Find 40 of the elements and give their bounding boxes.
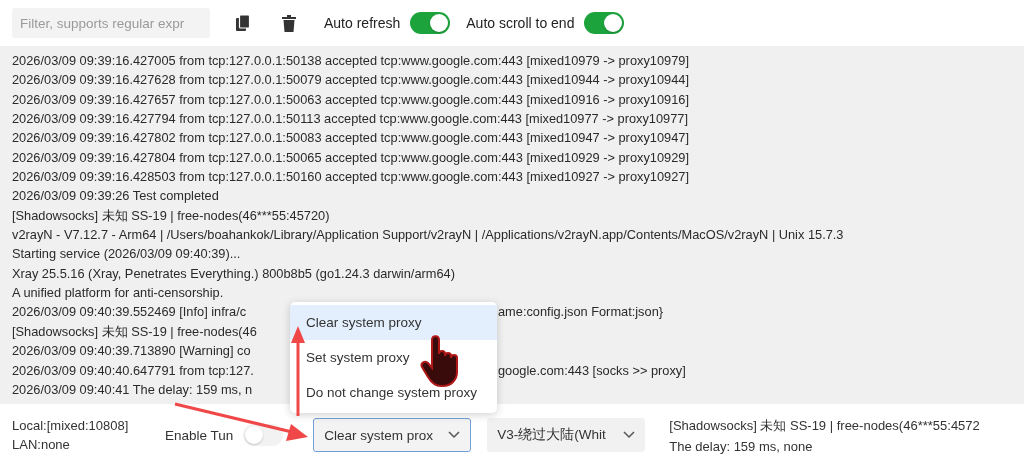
log-line: 2026/03/09 09:39:16.427005 from tcp:127.0.0.1:50138 accepted tcp:www.google.com:443 [mixed10979 -> proxy10979] xyxy=(12,53,689,68)
tun-toggle[interactable] xyxy=(243,424,284,446)
log-line: [Shadowsocks] 未知 SS-19 | free-nodes(46***55:45720) xyxy=(12,207,330,223)
log-line: [Shadowsocks] 未知 SS-19 | free-nodes(46 xyxy=(12,323,257,339)
filter-field[interactable]: Filter, supports regular expr xyxy=(12,8,210,38)
log-line: Starting service (2026/03/09 09:40:39)... xyxy=(12,246,241,262)
tun-label: Enable Tun xyxy=(165,427,234,443)
chevron-down-icon xyxy=(623,431,636,439)
menu-item[interactable]: Clear system proxy xyxy=(290,305,497,340)
log-line: google.com:443 [socks >> proxy] xyxy=(498,362,686,378)
menu-item[interactable]: Set system proxy xyxy=(290,340,497,375)
local-port-text: Local:[mixed:10808] xyxy=(12,418,130,433)
toggle-switch[interactable] xyxy=(410,12,451,34)
log-line: 2026/03/09 09:39:16.428503 from tcp:127.0.0.1:50160 accepted tcp:www.google.com:443 [mixed10927 -> proxy10927] xyxy=(12,169,689,185)
chevron-down-icon xyxy=(448,431,461,439)
proxy-mode-dropdown[interactable]: Clear system prox xyxy=(313,418,472,452)
copy-icon[interactable] xyxy=(236,14,250,32)
log-line: 2026/03/09 09:39:16.427804 from tcp:127.0.0.1:50065 accepted tcp:www.google.com:443 [mixed10929 -> proxy10929] xyxy=(12,149,689,165)
log-line: Xray 25.5.16 (Xray, Penetrates Everything.) 800b8b5 (go1.24.3 darwin/arm64) xyxy=(12,265,455,281)
server-text: [Shadowsocks] 未知 SS-19 | free-nodes(46***55:4572 xyxy=(669,416,980,435)
toggle-label: Auto scroll to end xyxy=(466,15,575,31)
menu-item[interactable]: Do not change system proxy xyxy=(290,375,497,410)
log-line: 2026/03/09 09:39:16.427802 from tcp:127.0.0.1:50083 accepted tcp:www.google.com:443 [mixed10947 -> proxy10947] xyxy=(12,130,689,146)
toggle-switch[interactable] xyxy=(584,12,625,34)
log-line: ame:config.json Format:json} xyxy=(498,304,664,320)
log-line: 2026/03/09 09:40:39.713890 [Warning] co xyxy=(12,343,251,359)
toggle-label: Auto refresh xyxy=(324,15,401,31)
log-line: 2026/03/09 09:39:16.427794 from tcp:127.0.0.1:50113 accepted tcp:www.google.com:443 [mixed10977 -> proxy10977] xyxy=(12,111,688,127)
hand-cursor-icon xyxy=(420,335,458,387)
log-line: 2026/03/09 09:40:39.552469 [Info] infra/c xyxy=(12,303,248,322)
lan-text: LAN:none xyxy=(12,437,71,452)
log-line: 2026/03/09 09:39:16.427628 from tcp:127.0.0.1:50079 accepted tcp:www.google.com:443 [mixed10944 -> proxy10944] xyxy=(12,72,689,88)
log-line: 2026/03/09 09:39:26 Test completed xyxy=(12,188,219,204)
log-line: v2rayN - V7.12.7 - Arm64 | /Users/boahankok/Library/Application Support/v2rayN | /Applications/v2rayN.app/Contents/MacOS/v2rayN | Unix 15.7.3 xyxy=(12,227,844,243)
log-line: 2026/03/09 09:40:41 The delay: 159 ms, n xyxy=(12,381,253,397)
log-line: A unified platform for anti-censorship. xyxy=(12,285,224,301)
log-line: 2026/03/09 09:39:16.427657 from tcp:127.0.0.1:50063 accepted tcp:www.google.com:443 [mixed10916 -> proxy10916] xyxy=(12,91,689,107)
delay-text: The delay: 159 ms, none xyxy=(669,438,814,454)
routing-dropdown[interactable]: V3-绕过大陆(Whit xyxy=(487,418,646,452)
trash-icon[interactable] xyxy=(282,14,296,32)
